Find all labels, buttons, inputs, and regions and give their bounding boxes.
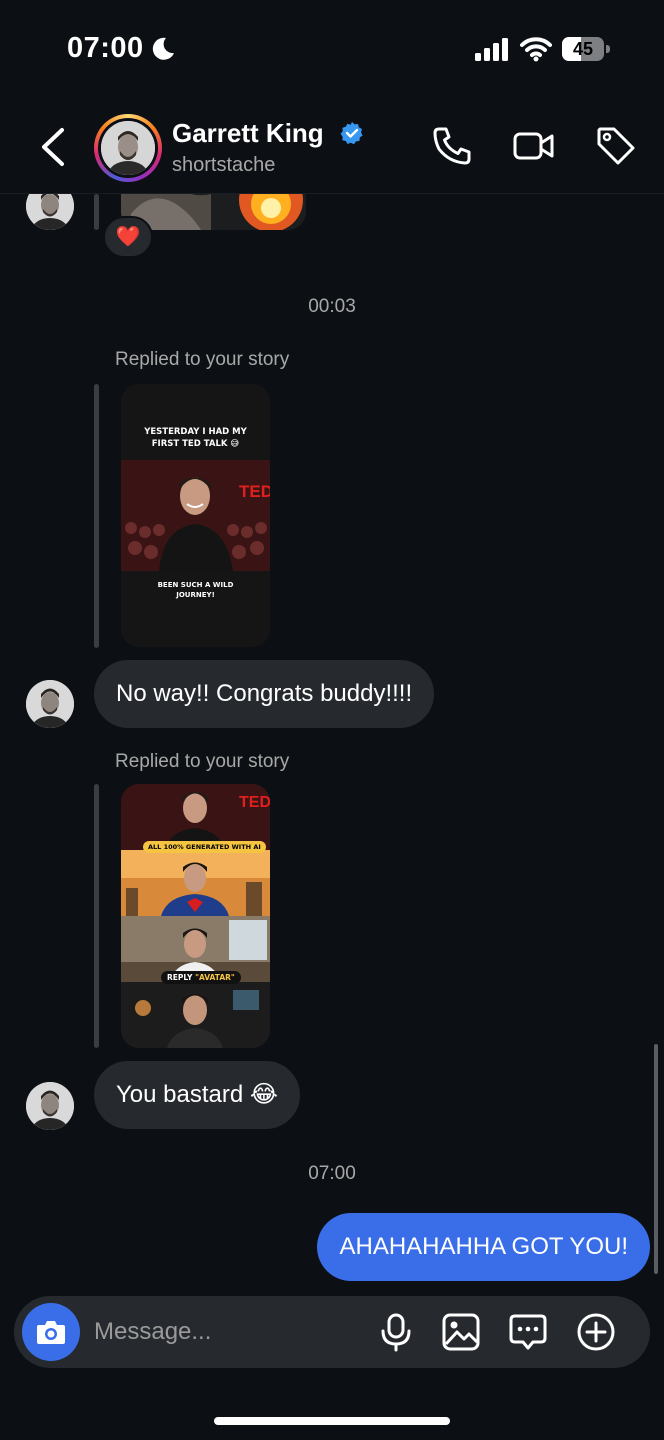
story-brand-text: TED [239,482,270,501]
sender-avatar[interactable] [26,1082,74,1130]
story-caption-bottom: BEEN SUCH A WILD JOURNEY! [157,581,234,599]
chat-header: Garrett King shortstache [0,100,664,194]
message-input[interactable] [94,1310,344,1354]
message-composer [14,1296,650,1368]
scrollbar[interactable] [654,1044,658,1274]
tag-icon[interactable] [594,124,638,168]
story-preview[interactable]: TED ALL 100% GENERATED WITH AI REPLY "AV… [121,784,270,1048]
reply-indicator-bar [94,384,99,648]
reply-to-story-label: Replied to your story [115,751,290,772]
status-bar: 07:00 45 [0,0,664,100]
message-bubble-incoming[interactable]: You bastard 😂 [94,1061,300,1129]
status-time: 07:00 [67,32,144,64]
camera-button[interactable] [22,1303,80,1361]
reply-indicator-bar [94,194,99,230]
phone-icon[interactable] [430,124,474,168]
sender-avatar[interactable] [26,680,74,728]
story-preview[interactable]: YESTERDAY I HAD MY FIRST TED TALK 😅 TED … [121,384,270,647]
back-chevron-icon[interactable] [36,126,70,168]
chat-dots-icon[interactable] [508,1312,548,1352]
avatar[interactable] [94,114,162,182]
sender-avatar[interactable] [26,194,74,230]
wifi-icon [520,37,552,62]
moon-icon [152,37,174,60]
reply-avatar-chip: REPLY "AVATAR" [161,971,241,984]
story-brand-text: TED [239,794,270,811]
gallery-icon[interactable] [441,1312,481,1352]
reaction-emoji: ❤️ [115,226,141,248]
reply-to-story-label: Replied to your story [115,349,290,370]
message-bubble-outgoing[interactable]: AHAHAHAHHA GOT YOU! [317,1213,650,1281]
heart-reaction[interactable]: ❤️ [103,216,153,258]
timestamp: 00:03 [308,296,356,317]
message-bubble-incoming[interactable]: No way!! Congrats buddy!!!! [94,660,435,728]
battery-percentage: 45 [572,39,594,59]
story-caption-top: YESTERDAY I HAD MY FIRST TED TALK 😅 [144,427,247,449]
ai-generated-chip: ALL 100% GENERATED WITH AI [143,841,266,853]
chat-thread[interactable]: ❤️ 00:03 Replied to your story YESTERDAY… [0,194,664,1294]
camera-icon [37,1321,65,1344]
microphone-icon[interactable] [376,1312,416,1352]
reply-indicator-bar [94,784,99,1048]
contact-name[interactable]: Garrett King [172,118,324,149]
timestamp: 07:00 [308,1163,356,1184]
video-camera-icon[interactable] [512,124,556,168]
contact-username[interactable]: shortstache [172,154,275,177]
verified-badge-icon [340,122,363,145]
battery-indicator: 45 [562,37,610,61]
plus-circle-icon[interactable] [576,1312,616,1352]
cellular-signal-icon [475,38,508,61]
home-indicator[interactable] [214,1417,450,1425]
